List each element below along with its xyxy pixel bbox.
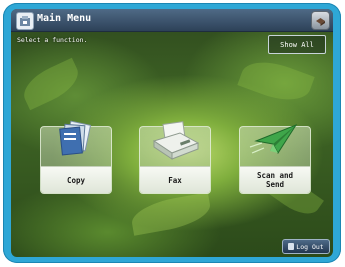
copy-button[interactable]: Copy [40,120,112,194]
title-bar: Main Menu [11,9,333,32]
logout-icon [288,243,295,250]
logout-button[interactable]: Log Out [282,239,330,254]
page-title: Main Menu [37,13,92,24]
status-monitor-icon[interactable] [311,11,330,30]
device-frame: Main Menu Select a function. Show All Co… [3,3,341,263]
scan-send-label: Scan and Send [240,166,310,193]
fax-button[interactable]: Fax [139,121,211,194]
instruction-text: Select a function. [17,36,88,44]
scan-send-button[interactable]: Scan and Send [239,123,311,194]
copy-icon [59,120,92,156]
show-all-button[interactable]: Show All [268,35,326,54]
scan-send-icon [249,123,298,154]
main-menu-icon[interactable] [16,12,34,30]
fax-icon [152,121,200,160]
copy-label: Copy [41,166,111,193]
logout-label: Log Out [296,242,324,251]
background-leaf [17,57,85,111]
fax-label: Fax [140,166,210,193]
screen: Main Menu Select a function. Show All Co… [11,9,333,257]
background-leaf [129,192,213,236]
background-leaf [237,53,315,109]
